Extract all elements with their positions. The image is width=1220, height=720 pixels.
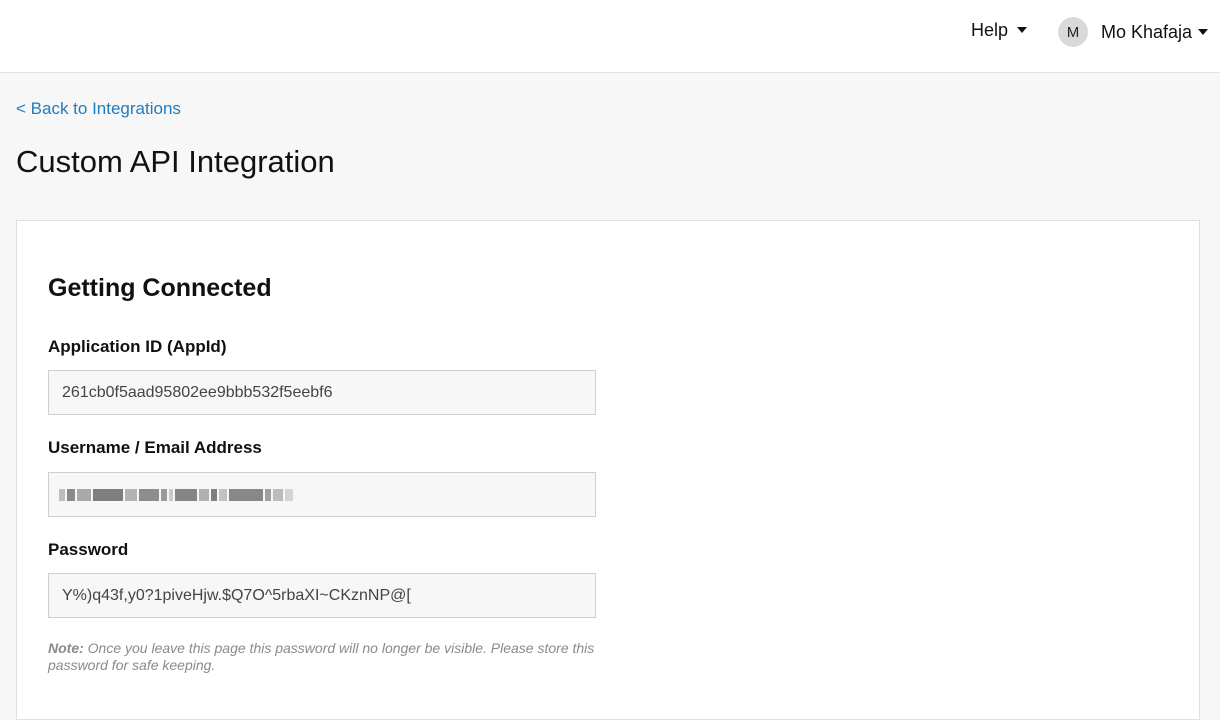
app-id-input[interactable] (48, 370, 596, 415)
password-label: Password (48, 540, 129, 559)
note-prefix: Note: (48, 640, 84, 656)
username-label: Username / Email Address (48, 438, 262, 457)
app-id-label: Application ID (AppId) (48, 337, 227, 356)
user-name: Mo Khafaja (1101, 21, 1193, 42)
user-menu[interactable]: M Mo Khafaja (1058, 17, 1209, 47)
getting-connected-card: Getting Connected Application ID (AppId)… (16, 220, 1200, 720)
top-bar: Help M Mo Khafaja (0, 0, 1220, 73)
note-text: Once you leave this page this password w… (48, 640, 595, 673)
card-heading: Getting Connected (48, 274, 272, 302)
help-label: Help (971, 19, 1009, 40)
avatar: M (1058, 17, 1088, 47)
help-menu[interactable]: Help (971, 19, 1028, 41)
password-input[interactable] (48, 573, 596, 618)
back-to-integrations-link[interactable]: < Back to Integrations (16, 99, 181, 119)
chevron-down-icon (1017, 27, 1028, 33)
page-title: Custom API Integration (16, 144, 335, 179)
username-input-redacted[interactable] (48, 472, 596, 517)
password-note: Note: Once you leave this page this pass… (48, 640, 608, 674)
chevron-down-icon (1198, 29, 1209, 35)
